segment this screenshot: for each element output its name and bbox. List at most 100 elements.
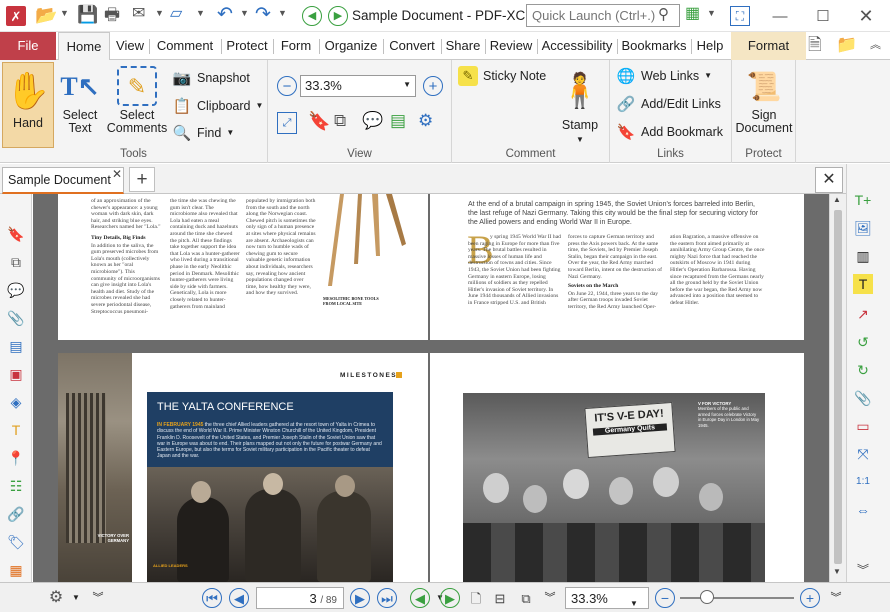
hand-button[interactable]: ✋ Hand [2,62,54,148]
sign-document-button[interactable]: 📜 Sign Document [732,66,796,135]
settings-pane-icon[interactable]: ⚙ [418,112,433,129]
expand-status-icon[interactable]: ︾ [88,588,108,608]
customize-ui-icon[interactable]: ▦ [685,6,700,22]
content-pane-icon[interactable]: ▤ [390,112,406,129]
zoom-slider-thumb[interactable] [700,590,714,604]
arrow-tool-icon[interactable]: ↗ [853,304,873,324]
pages-icon[interactable]: ⧉ [6,252,26,272]
tab-share[interactable]: Share [442,32,484,60]
add-edit-links-button[interactable]: 🔗 Add/Edit Links [616,94,721,114]
rotate-cw-icon[interactable]: ↻ [853,360,873,380]
zoom-in-icon[interactable]: + [423,76,443,96]
close-document-button[interactable]: ✕ [815,167,843,193]
back-view-icon[interactable]: ◀ [410,588,430,608]
close-tab-icon[interactable]: ✕ [112,168,122,180]
search-icon[interactable]: ⚲ [658,7,669,22]
zoom-slider-track[interactable] [680,597,794,599]
more-status-icon[interactable]: ︾ [826,588,846,608]
scan-icon[interactable]: ▱ [170,6,182,22]
zoom-out-icon[interactable]: − [655,588,675,608]
bookmarks-pane-icon[interactable]: 🔖 [308,112,330,130]
comments-icon[interactable]: 💬 [6,280,26,300]
zoom-select[interactable]: 33.3% ▼ [300,75,416,97]
web-links-button[interactable]: 🌐 Web Links ▼ [616,66,712,86]
redo-icon[interactable]: ↷ [255,5,271,24]
forward-icon[interactable]: ▶ [328,6,348,26]
tab-accessibility[interactable]: Accessibility [538,32,616,60]
dropdown-arrow-icon[interactable]: ▼ [155,9,164,18]
sticky-note-button[interactable]: ✎ Sticky Note [458,66,546,86]
vertical-scrollbar[interactable]: ▲ ▼ [829,194,846,582]
fields-icon[interactable]: ▦ [6,560,26,580]
document-settings-icon[interactable]: 🗎 [808,36,822,53]
comments-pane-icon[interactable]: 💬 [362,112,383,129]
more-tools-icon[interactable]: ︾ [853,560,873,580]
structure-icon[interactable]: ☷ [6,476,26,496]
select-text-button[interactable]: T↖ Select Text [54,66,106,135]
first-page-icon[interactable]: ⏮ [202,588,222,608]
tab-form[interactable]: Form [274,32,318,60]
zoom-out-icon[interactable]: − [277,76,297,96]
zoom-level-select[interactable]: 33.3% ▼ [565,587,649,609]
quick-launch-input[interactable] [526,4,680,27]
fit-page-icon[interactable]: ⤢ [277,112,297,134]
forward-view-icon[interactable]: ▶ [440,588,460,608]
content-icon[interactable]: ▤ [6,336,26,356]
tab-bookmarks[interactable]: Bookmarks [618,32,690,60]
thumbnails-icon[interactable]: ⧉ [334,112,346,129]
open-folder-icon[interactable]: 📂 [35,6,57,24]
tab-format[interactable]: Format [731,32,806,60]
add-image-icon[interactable]: 🖼 [853,218,873,238]
barcode-icon[interactable]: ▥ [853,246,873,266]
next-page-icon[interactable]: ▶ [350,588,370,608]
dropdown-arrow-icon[interactable]: ▼ [196,9,205,18]
save-icon[interactable]: 💾 [77,6,98,23]
tab-protect[interactable]: Protect [222,32,272,60]
last-page-icon[interactable]: ⏭ [377,588,397,608]
page-number-field[interactable]: 3 / 89 [256,587,344,609]
dropdown-arrow-icon[interactable]: ▼ [240,9,249,18]
select-comments-button[interactable]: ✎ Select Comments [106,66,168,135]
expand-icon[interactable]: ⇔ [853,500,873,520]
fullscreen-icon[interactable]: ⛶ [730,6,750,26]
tab-review[interactable]: Review [486,32,536,60]
maximize-button[interactable]: ☐ [803,4,843,28]
tag-icon[interactable]: 🏷 [6,532,26,552]
clipboard-button[interactable]: 📋 Clipboard ▼ [172,96,264,116]
find-button[interactable]: 🔍 Find ▼ [172,123,235,143]
previous-page-icon[interactable]: ◀ [229,588,249,608]
rectangle-icon[interactable]: ▭ [853,416,873,436]
destinations-icon[interactable]: ▣ [6,364,26,384]
dropdown-arrow-icon[interactable]: ▼ [707,9,716,18]
scroll-thumb[interactable] [834,210,842,564]
continuous-icon[interactable]: ⊟ [490,588,510,608]
dropdown-arrow-icon[interactable]: ▼ [60,9,69,18]
tab-view[interactable]: View [112,32,148,60]
tab-convert[interactable]: Convert [384,32,440,60]
settings-icon[interactable]: ⚙ [46,588,66,608]
scroll-up-icon[interactable]: ▲ [833,196,841,204]
undo-icon[interactable]: ↶ [217,5,233,24]
single-page-icon[interactable]: 🗋 [466,588,486,608]
links-icon[interactable]: 🔗 [6,504,26,524]
scroll-down-icon[interactable]: ▼ [833,568,841,576]
add-bookmark-button[interactable]: 🔖 Add Bookmark [616,122,723,142]
tab-organize[interactable]: Organize [320,32,382,60]
close-window-button[interactable]: ✕ [846,4,886,28]
tab-comment[interactable]: Comment [150,32,220,60]
minimize-button[interactable]: — [760,4,800,28]
stamp-button[interactable]: 🧍 Stamp ▼ [552,66,608,145]
tab-help[interactable]: Help [692,32,728,60]
email-icon[interactable]: ✉ [132,6,145,22]
add-text-icon[interactable]: T+ [853,190,873,210]
collapse-ribbon-icon[interactable]: ︽ [870,40,881,51]
tags-icon[interactable]: T [6,420,26,440]
dropdown-arrow-icon[interactable]: ▼ [278,9,287,18]
print-icon[interactable]: 🖶 [104,6,120,23]
fit-icon[interactable]: ⤧ [853,444,873,464]
document-tab[interactable]: Sample Document [2,167,124,194]
location-icon[interactable]: 📍 [6,448,26,468]
back-icon[interactable]: ◀ [302,6,322,26]
document-view[interactable]: of an approximation of the chewer's appe… [33,194,829,582]
more-layouts-icon[interactable]: ︾ [540,588,560,608]
